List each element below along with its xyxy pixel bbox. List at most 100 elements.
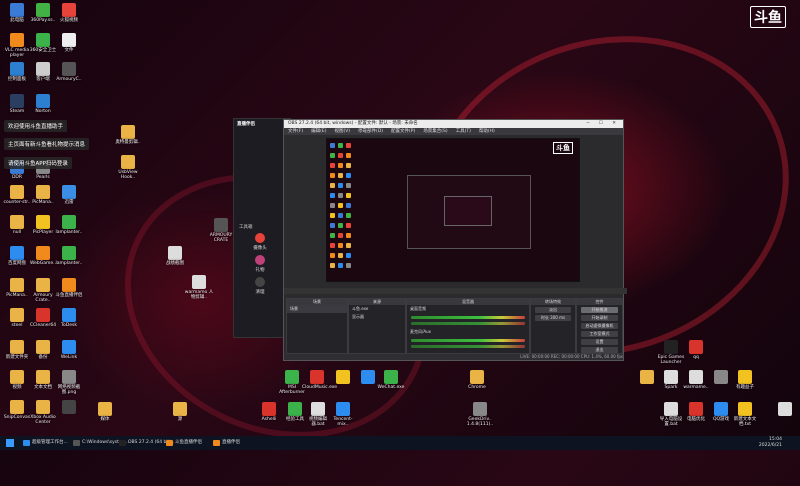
obs-titlebar[interactable]: OBS 27.2.4 (64 bit, windows) - 配置文件: 默认 …: [284, 120, 623, 128]
virtual-camera-button[interactable]: 启动虚拟摄像机: [581, 323, 618, 329]
desktop-icon[interactable]: [770, 402, 800, 417]
duration-input[interactable]: 时长 300 ms: [535, 315, 571, 321]
mixer-dock[interactable]: 混音器 桌面音频 麦克风/Aux: [406, 298, 530, 354]
volume-slider[interactable]: [411, 322, 525, 325]
sources-dock[interactable]: 来源 斗鱼.exe 显示器: [348, 298, 406, 354]
desktop-icon-label: 有趣益子: [736, 385, 754, 390]
transitions-dock[interactable]: 转场特效 淡出 时长 300 ms: [530, 298, 576, 354]
menu-item[interactable]: 配置文件(P): [391, 128, 415, 135]
transition-select[interactable]: 淡出: [535, 307, 571, 313]
notification-toast[interactable]: 主页面有新斗鱼看礼物提示消息: [4, 138, 90, 150]
controls-dock[interactable]: 控件 开始推流 开始录制 启动虚拟摄像机 工作室模式 设置 退出: [576, 298, 623, 354]
desktop-icon[interactable]: ToDesk: [54, 308, 84, 328]
system-clock[interactable]: 15:04 2022/6/21: [759, 437, 782, 449]
volume-meter: [411, 339, 525, 342]
desktop-icon[interactable]: 网络视频截图.png: [54, 370, 84, 395]
source-item[interactable]: 斗鱼.exe: [349, 305, 405, 313]
menu-item[interactable]: 帮助(H): [479, 128, 495, 135]
nav-item[interactable]: 清理: [238, 277, 282, 297]
app-icon: [288, 402, 302, 416]
gift-icon: [255, 255, 265, 265]
window-controls[interactable]: ─ ☐ ✕: [587, 120, 620, 128]
preview-icon: [346, 163, 351, 168]
folder-icon: [36, 185, 50, 199]
taskbar-button[interactable]: 超级管理工作台...: [22, 438, 71, 448]
desktop-icon[interactable]: GeekDriv.. 1.4.8(111)..: [465, 402, 495, 427]
folder-icon: [640, 370, 654, 384]
desktop-icon[interactable]: qq: [681, 340, 711, 360]
notification-toast[interactable]: 欢迎使用斗鱼直播助手: [4, 120, 68, 132]
nav-item[interactable]: 礼物: [238, 255, 282, 275]
nav-item[interactable]: 摄像头: [238, 233, 282, 253]
preview-icon: [330, 183, 335, 188]
preview-icon: [338, 263, 343, 268]
menu-item[interactable]: 工具(T): [456, 128, 471, 135]
taskbar-button[interactable]: 直播伴侣: [212, 438, 243, 448]
desktop-icon[interactable]: WeLink: [54, 340, 84, 360]
desktop-icon[interactable]: 火狐视频: [54, 3, 84, 23]
settings-button[interactable]: 设置: [581, 339, 618, 345]
exit-button[interactable]: 退出: [581, 347, 618, 353]
desktop-icon-label: warmame..: [683, 385, 709, 390]
desktop-icon[interactable]: 有趣益子: [730, 370, 760, 390]
menu-item[interactable]: 停靠部件(D): [358, 128, 383, 135]
obs-window[interactable]: OBS 27.2.4 (64 bit, windows) - 配置文件: 默认 …: [283, 119, 627, 361]
desktop-icon[interactable]: 新建文本文档.txt: [730, 402, 760, 427]
desktop-icon-label: 火狐视频: [60, 18, 78, 23]
desktop-icon[interactable]: 斗鱼直播伴侣: [54, 278, 84, 298]
desktop-icon[interactable]: warmamo 人物剪辑..: [184, 275, 214, 300]
preview-icon: [346, 143, 351, 148]
source-item[interactable]: 显示器: [349, 313, 405, 321]
app-icon: [36, 94, 50, 108]
menu-item[interactable]: 视图(V): [334, 128, 350, 135]
preview-icon: [338, 243, 343, 248]
start-streaming-button[interactable]: 开始推流: [581, 307, 618, 313]
desktop-icon[interactable]: 迅雷: [54, 185, 84, 205]
app-icon: [62, 215, 76, 229]
app-icon: [689, 340, 703, 354]
menu-item[interactable]: 编辑(E): [311, 128, 326, 135]
studio-mode-button[interactable]: 工作室模式: [581, 331, 618, 337]
desktop-icon-label: ArmouryC..: [56, 77, 82, 82]
controls-header: 控件: [577, 299, 622, 305]
desktop-icon[interactable]: 源: [165, 402, 195, 422]
desktop-icon[interactable]: lamplanter..: [54, 215, 84, 235]
menu-item[interactable]: 场景集合(S): [423, 128, 447, 135]
preview-icon: [338, 153, 343, 158]
desktop-icon[interactable]: UsbView Hook..: [113, 155, 143, 180]
desktop-icon[interactable]: ARMOURY CRATE: [206, 218, 236, 243]
desktop-icon[interactable]: ArmouryC..: [54, 62, 84, 82]
obs-toolbar-row: [284, 288, 627, 294]
taskbar-button[interactable]: 斗鱼直播伴侣: [165, 438, 205, 448]
scenes-dock[interactable]: 场景 场景: [286, 298, 348, 354]
preview-icon: [338, 193, 343, 198]
desktop-icon-label: WeChat.exe: [377, 385, 405, 390]
preview-icon: [346, 173, 351, 178]
folder-icon: [121, 155, 135, 169]
app-icon: [119, 440, 126, 446]
taskbar-button-label: 超级管理工作台...: [32, 440, 68, 445]
desktop-icon[interactable]: Chrome: [462, 370, 492, 390]
desktop-icon[interactable]: lamplanter..: [54, 246, 84, 266]
desktop-icon[interactable]: Tencent-mix..: [328, 402, 358, 427]
volume-slider[interactable]: [411, 345, 525, 348]
preview-icon: [330, 193, 335, 198]
preview-icon: [338, 143, 343, 148]
menu-item[interactable]: 文件(F): [288, 128, 303, 135]
obs-preview[interactable]: 斗鱼: [326, 138, 580, 282]
desktop-icon[interactable]: WeChat.exe: [376, 370, 406, 390]
windows-start-icon[interactable]: [6, 439, 14, 447]
scene-item[interactable]: 场景: [287, 305, 347, 313]
desktop-icon[interactable]: [54, 400, 84, 415]
desktop-icon[interactable]: 战绩截图: [160, 246, 190, 266]
desktop-icon[interactable]: Norton: [28, 94, 58, 114]
folder-icon: [10, 370, 24, 384]
start-recording-button[interactable]: 开始录制: [581, 315, 618, 321]
preview-icon: [330, 173, 335, 178]
notification-toast[interactable]: 请使用斗鱼APP扫码登录: [4, 157, 72, 169]
desktop-icon[interactable]: 文件: [54, 33, 84, 53]
desktop-icon[interactable]: 奥特曼剪辑..: [113, 125, 143, 145]
preview-icon: [330, 153, 335, 158]
app-icon: [166, 440, 173, 446]
desktop-icon[interactable]: 媒体: [90, 402, 120, 422]
